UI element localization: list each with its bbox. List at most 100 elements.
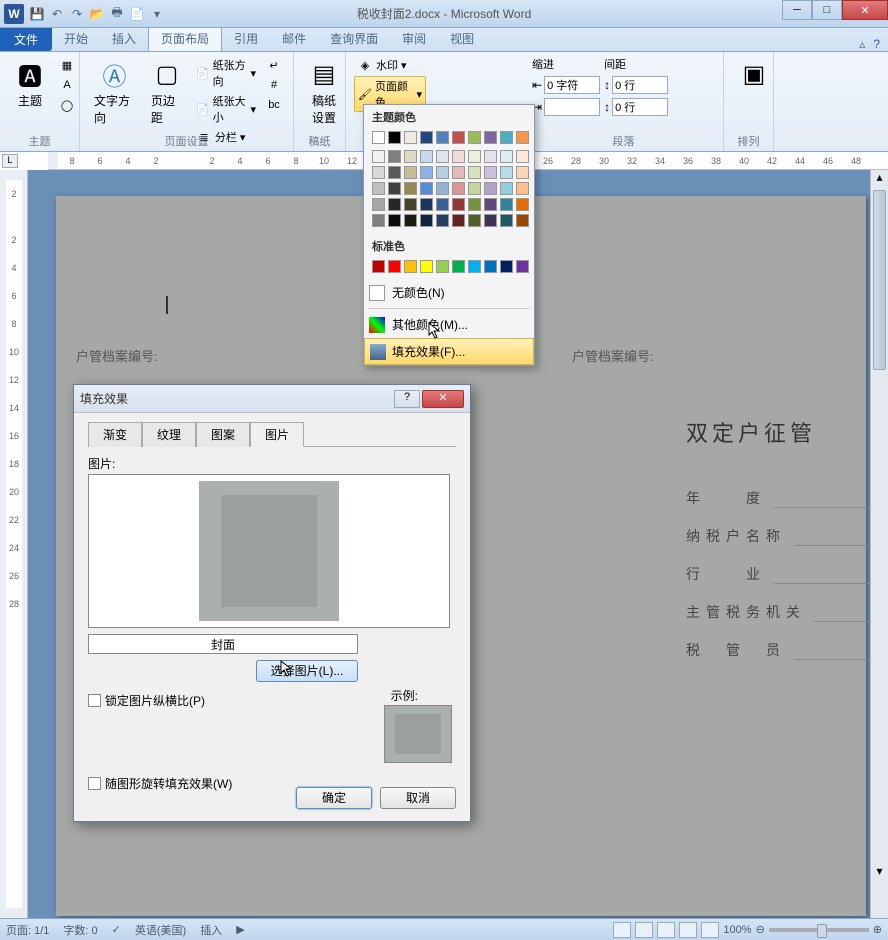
tab-query[interactable]: 查询界面 <box>318 26 390 51</box>
color-swatch[interactable] <box>452 198 465 211</box>
scroll-thumb[interactable] <box>873 190 886 370</box>
save-icon[interactable]: 💾 <box>28 5 46 23</box>
color-swatch[interactable] <box>484 260 497 273</box>
color-swatch[interactable] <box>388 214 401 227</box>
color-swatch[interactable] <box>516 131 529 144</box>
status-language[interactable]: 英语(美国) <box>135 922 186 938</box>
view-print-layout-button[interactable] <box>613 922 631 938</box>
color-swatch[interactable] <box>516 182 529 195</box>
color-swatch[interactable] <box>404 260 417 273</box>
color-swatch[interactable] <box>388 182 401 195</box>
zoom-value[interactable]: 100% <box>723 924 751 936</box>
margins-button[interactable]: ▢ 页边距 <box>145 56 189 128</box>
color-swatch[interactable] <box>484 214 497 227</box>
dialog-titlebar[interactable]: 填充效果 ? ✕ <box>74 385 470 413</box>
status-macro-icon[interactable]: ▶ <box>236 923 244 936</box>
maximize-button[interactable]: □ <box>812 0 842 20</box>
color-swatch[interactable] <box>404 166 417 179</box>
color-swatch[interactable] <box>420 260 433 273</box>
cancel-button[interactable]: 取消 <box>380 787 456 809</box>
color-swatch[interactable] <box>516 214 529 227</box>
print-icon[interactable]: 🖶 <box>108 5 126 23</box>
color-swatch[interactable] <box>436 166 449 179</box>
color-swatch[interactable] <box>420 198 433 211</box>
color-swatch[interactable] <box>420 182 433 195</box>
size-button[interactable]: 📄纸张大小 ▾ <box>193 92 259 126</box>
color-swatch[interactable] <box>516 166 529 179</box>
color-swatch[interactable] <box>500 260 513 273</box>
manuscript-button[interactable]: ▤ 稿纸 设置 <box>302 56 346 128</box>
color-swatch[interactable] <box>500 150 513 163</box>
status-words[interactable]: 字数: 0 <box>63 922 97 938</box>
breaks-button[interactable]: ↵ <box>263 56 285 74</box>
spacing-after-input[interactable]: 0 行 <box>612 98 668 116</box>
color-swatch[interactable] <box>436 150 449 163</box>
dialog-tab-texture[interactable]: 纹理 <box>142 422 196 447</box>
color-swatch[interactable] <box>468 166 481 179</box>
color-swatch[interactable] <box>452 214 465 227</box>
more-colors-menuitem[interactable]: 其他颜色(M)... <box>364 311 534 338</box>
dialog-close-button[interactable]: ✕ <box>422 390 464 408</box>
color-swatch[interactable] <box>500 131 513 144</box>
color-swatch[interactable] <box>420 150 433 163</box>
color-swatch[interactable] <box>388 260 401 273</box>
color-swatch[interactable] <box>404 182 417 195</box>
text-direction-button[interactable]: Ⓐ 文字方向 <box>88 56 141 128</box>
zoom-in-button[interactable]: ⊕ <box>873 923 882 936</box>
status-page[interactable]: 页面: 1/1 <box>6 922 49 938</box>
color-swatch[interactable] <box>484 166 497 179</box>
view-web-button[interactable] <box>657 922 675 938</box>
minimize-ribbon-icon[interactable]: ▵ <box>859 37 865 51</box>
scroll-up-icon[interactable]: ▴ <box>871 170 888 186</box>
color-swatch[interactable] <box>404 131 417 144</box>
color-swatch[interactable] <box>452 182 465 195</box>
open-icon[interactable]: 📂 <box>88 5 106 23</box>
color-swatch[interactable] <box>500 214 513 227</box>
rotate-with-shape-checkbox[interactable] <box>88 777 101 790</box>
color-swatch[interactable] <box>468 198 481 211</box>
color-swatch[interactable] <box>452 166 465 179</box>
zoom-out-button[interactable]: ⊖ <box>756 923 765 936</box>
dialog-tab-pattern[interactable]: 图案 <box>196 422 250 447</box>
dialog-tab-gradient[interactable]: 渐变 <box>88 422 142 447</box>
themes-button[interactable]: 🅰 主题 <box>8 56 52 111</box>
no-color-menuitem[interactable]: 无颜色(N) <box>364 279 534 306</box>
orientation-button[interactable]: 📄纸张方向 ▾ <box>193 56 259 90</box>
status-mode[interactable]: 插入 <box>200 922 222 938</box>
lock-aspect-checkbox[interactable] <box>88 694 101 707</box>
color-swatch[interactable] <box>372 260 385 273</box>
color-swatch[interactable] <box>468 182 481 195</box>
select-picture-button[interactable]: 选择图片(L)... <box>256 660 358 682</box>
indent-right-input[interactable] <box>544 98 600 116</box>
tab-insert[interactable]: 插入 <box>100 26 148 51</box>
theme-fonts-button[interactable]: A <box>56 76 78 94</box>
color-swatch[interactable] <box>388 150 401 163</box>
color-swatch[interactable] <box>436 260 449 273</box>
color-swatch[interactable] <box>372 150 385 163</box>
color-swatch[interactable] <box>372 198 385 211</box>
color-swatch[interactable] <box>468 131 481 144</box>
tab-view[interactable]: 视图 <box>438 26 486 51</box>
view-draft-button[interactable] <box>701 922 719 938</box>
color-swatch[interactable] <box>500 166 513 179</box>
color-swatch[interactable] <box>372 214 385 227</box>
color-swatch[interactable] <box>484 131 497 144</box>
qat-dropdown-icon[interactable]: ▾ <box>148 5 166 23</box>
color-swatch[interactable] <box>468 150 481 163</box>
color-swatch[interactable] <box>420 131 433 144</box>
ruler-vertical[interactable]: 2246810121416182022242628 <box>0 170 28 918</box>
color-swatch[interactable] <box>436 214 449 227</box>
color-swatch[interactable] <box>500 198 513 211</box>
color-swatch[interactable] <box>452 150 465 163</box>
indent-left-input[interactable]: 0 字符 <box>544 76 600 94</box>
color-swatch[interactable] <box>500 182 513 195</box>
color-swatch[interactable] <box>452 260 465 273</box>
help-icon[interactable]: ? <box>873 37 880 51</box>
tab-review[interactable]: 审阅 <box>390 26 438 51</box>
minimize-button[interactable]: ─ <box>782 0 812 20</box>
color-swatch[interactable] <box>516 260 529 273</box>
watermark-button[interactable]: ◈水印 ▾ <box>354 56 426 74</box>
fill-effects-menuitem[interactable]: 填充效果(F)... <box>364 338 534 365</box>
color-swatch[interactable] <box>404 150 417 163</box>
arrange-button[interactable]: ▣ <box>732 56 776 92</box>
